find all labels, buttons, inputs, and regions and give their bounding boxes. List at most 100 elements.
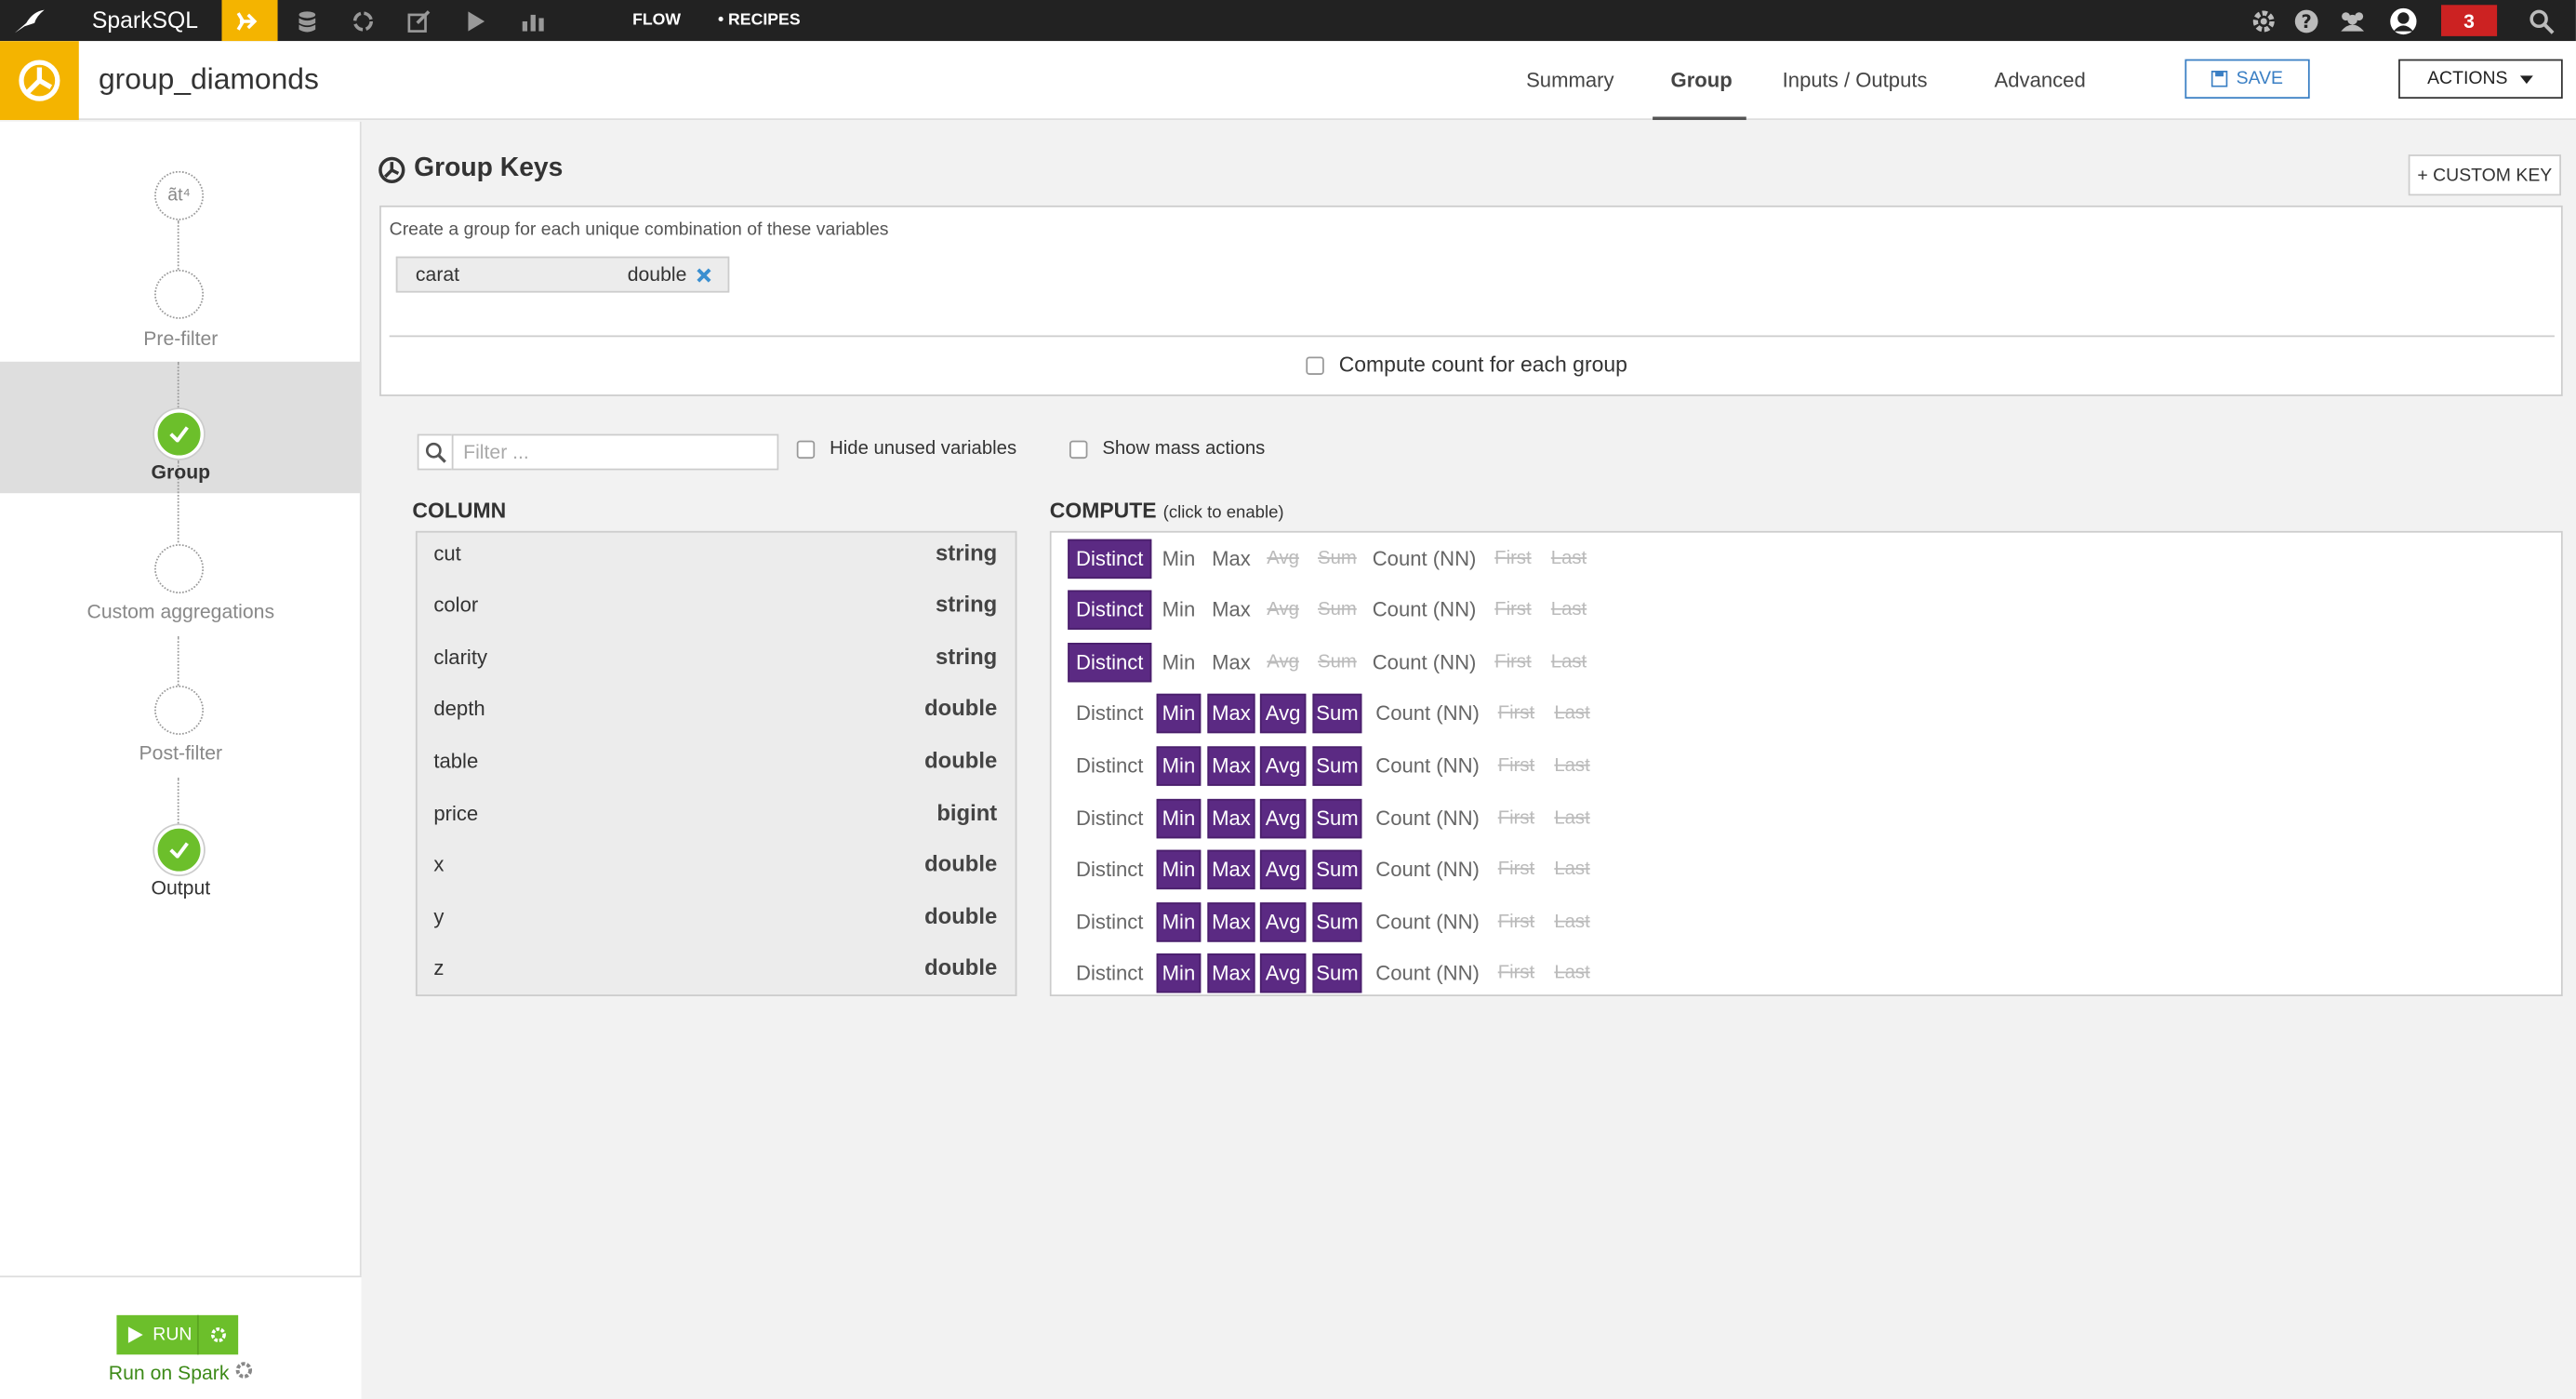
agg-distinct-toggle[interactable]: Distinct: [1068, 694, 1151, 733]
check-done-icon[interactable]: [154, 825, 205, 875]
hide-unused-checkbox[interactable]: [796, 440, 816, 460]
agg-max-toggle[interactable]: Max: [1207, 953, 1255, 993]
agg-max-toggle[interactable]: Max: [1207, 590, 1255, 629]
agg-max-toggle[interactable]: Max: [1207, 798, 1255, 839]
agg-distinct-toggle[interactable]: Distinct: [1068, 539, 1152, 580]
agg-min-toggle[interactable]: Min: [1156, 953, 1202, 993]
users-group-icon[interactable]: [2325, 0, 2381, 41]
nav-flow-link[interactable]: FLOW: [632, 11, 681, 29]
run-engine-link[interactable]: Run on Spark: [0, 1361, 362, 1384]
column-row-clarity[interactable]: clarity string: [418, 636, 1016, 687]
datasets-icon[interactable]: [279, 0, 335, 41]
column-row-y[interactable]: y double: [418, 896, 1016, 947]
user-avatar-icon[interactable]: [2375, 0, 2431, 41]
agg-min-toggle[interactable]: Min: [1156, 849, 1202, 890]
agg-distinct-toggle[interactable]: Distinct: [1068, 902, 1151, 941]
agg-distinct-toggle[interactable]: Distinct: [1068, 643, 1152, 683]
column-row-color[interactable]: color string: [418, 583, 1016, 634]
agg-count-nn-toggle[interactable]: Count (NN): [1375, 746, 1481, 785]
dss-bird-logo-icon[interactable]: [0, 0, 60, 41]
agg-count-nn-toggle[interactable]: Count (NN): [1372, 590, 1477, 629]
agg-avg-toggle[interactable]: Avg: [1259, 746, 1307, 786]
agg-max-toggle[interactable]: Max: [1207, 693, 1255, 734]
step-postfilter-circle[interactable]: [154, 685, 205, 735]
column-row-table[interactable]: table double: [418, 739, 1016, 791]
custom-key-button[interactable]: + CUSTOM KEY: [2408, 154, 2561, 196]
actions-dropdown-button[interactable]: ACTIONS: [2398, 59, 2563, 100]
agg-sum-toggle[interactable]: Sum: [1312, 693, 1362, 734]
agg-count-nn-toggle[interactable]: Count (NN): [1375, 850, 1481, 889]
step-output-label[interactable]: Output: [0, 876, 362, 899]
step-custom-agg-circle[interactable]: [154, 543, 205, 593]
agg-count-nn-toggle[interactable]: Count (NN): [1375, 694, 1481, 733]
agg-avg-toggle[interactable]: Avg: [1259, 693, 1307, 734]
agg-max-toggle[interactable]: Max: [1207, 849, 1255, 890]
hide-unused-label[interactable]: Hide unused variables: [830, 439, 1016, 459]
agg-min-toggle[interactable]: Min: [1156, 798, 1202, 839]
mass-actions-checkbox[interactable]: [1069, 440, 1088, 460]
agg-max-toggle[interactable]: Max: [1207, 643, 1255, 682]
remove-key-x-icon[interactable]: [697, 267, 711, 282]
agg-sum-toggle[interactable]: Sum: [1312, 849, 1362, 890]
agg-max-toggle[interactable]: Max: [1207, 540, 1255, 579]
column-row-z[interactable]: z double: [418, 947, 1016, 998]
agg-distinct-toggle[interactable]: Distinct: [1068, 799, 1151, 838]
agg-sum-toggle[interactable]: Sum: [1312, 902, 1362, 942]
agg-max-toggle[interactable]: Max: [1207, 902, 1255, 942]
agg-avg-toggle[interactable]: Avg: [1259, 953, 1307, 993]
notebook-edit-icon[interactable]: [391, 0, 446, 41]
agg-min-toggle[interactable]: Min: [1156, 746, 1202, 786]
column-row-depth[interactable]: depth double: [418, 687, 1016, 739]
agg-sum-toggle[interactable]: Sum: [1312, 746, 1362, 786]
agg-distinct-toggle[interactable]: Distinct: [1068, 590, 1152, 630]
project-name[interactable]: SparkSQL: [92, 7, 198, 33]
agg-avg-toggle[interactable]: Avg: [1259, 849, 1307, 890]
agg-count-nn-toggle[interactable]: Count (NN): [1375, 902, 1481, 941]
step-prefilter-circle[interactable]: [154, 269, 205, 319]
agg-sum-toggle[interactable]: Sum: [1312, 953, 1362, 993]
agg-min-toggle[interactable]: Min: [1156, 693, 1202, 734]
dashboard-chart-icon[interactable]: [506, 0, 562, 41]
column-row-price[interactable]: price bigint: [418, 793, 1016, 844]
agg-avg-toggle[interactable]: Avg: [1259, 902, 1307, 942]
agg-sum-toggle[interactable]: Sum: [1312, 798, 1362, 839]
agg-distinct-toggle[interactable]: Distinct: [1068, 953, 1151, 993]
agg-distinct-toggle[interactable]: Distinct: [1068, 746, 1151, 785]
agg-count-nn-toggle[interactable]: Count (NN): [1375, 799, 1481, 838]
agg-count-nn-toggle[interactable]: Count (NN): [1372, 540, 1477, 579]
column-filter-input[interactable]: Filter ...: [451, 433, 779, 471]
tab-group[interactable]: Group: [1671, 69, 1733, 92]
recipes-cycle-icon[interactable]: [335, 0, 391, 41]
step-prefilter-label[interactable]: Pre-filter: [0, 327, 362, 351]
run-settings-gear-icon[interactable]: [210, 1326, 227, 1343]
agg-count-nn-toggle[interactable]: Count (NN): [1372, 643, 1477, 682]
compute-count-checkbox[interactable]: [1306, 356, 1324, 375]
input-columns-icon[interactable]: ãt⁴: [154, 170, 205, 220]
agg-avg-toggle[interactable]: Avg: [1259, 798, 1307, 839]
tab-advanced[interactable]: Advanced: [1995, 69, 2086, 92]
jobs-play-icon[interactable]: [448, 0, 504, 41]
save-button[interactable]: SAVE: [2184, 59, 2310, 100]
tab-summary[interactable]: Summary: [1526, 69, 1613, 92]
agg-min-toggle[interactable]: Min: [1157, 643, 1202, 682]
agg-min-toggle[interactable]: Min: [1157, 540, 1202, 579]
compute-count-label[interactable]: Compute count for each group: [1339, 352, 1627, 377]
agg-min-toggle[interactable]: Min: [1156, 902, 1202, 942]
notification-count-badge[interactable]: 3: [2441, 5, 2498, 36]
agg-max-toggle[interactable]: Max: [1207, 746, 1255, 786]
tab-inputs-outputs[interactable]: Inputs / Outputs: [1783, 69, 1928, 92]
step-custom-agg-label[interactable]: Custom aggregations: [0, 600, 362, 623]
agg-min-toggle[interactable]: Min: [1157, 590, 1202, 629]
check-done-icon[interactable]: [154, 409, 205, 460]
agg-distinct-toggle[interactable]: Distinct: [1068, 850, 1151, 889]
mass-actions-label[interactable]: Show mass actions: [1102, 439, 1265, 459]
agg-count-nn-toggle[interactable]: Count (NN): [1375, 953, 1481, 993]
flow-arrows-icon[interactable]: [221, 0, 278, 42]
nav-recipes-link[interactable]: • RECIPES: [718, 11, 801, 29]
column-row-cut[interactable]: cut string: [418, 533, 1016, 584]
column-row-x[interactable]: x double: [418, 844, 1016, 895]
search-icon[interactable]: [2514, 0, 2569, 41]
step-group-label[interactable]: Group: [0, 460, 362, 484]
step-postfilter-label[interactable]: Post-filter: [0, 741, 362, 765]
run-button[interactable]: RUN: [116, 1314, 239, 1355]
